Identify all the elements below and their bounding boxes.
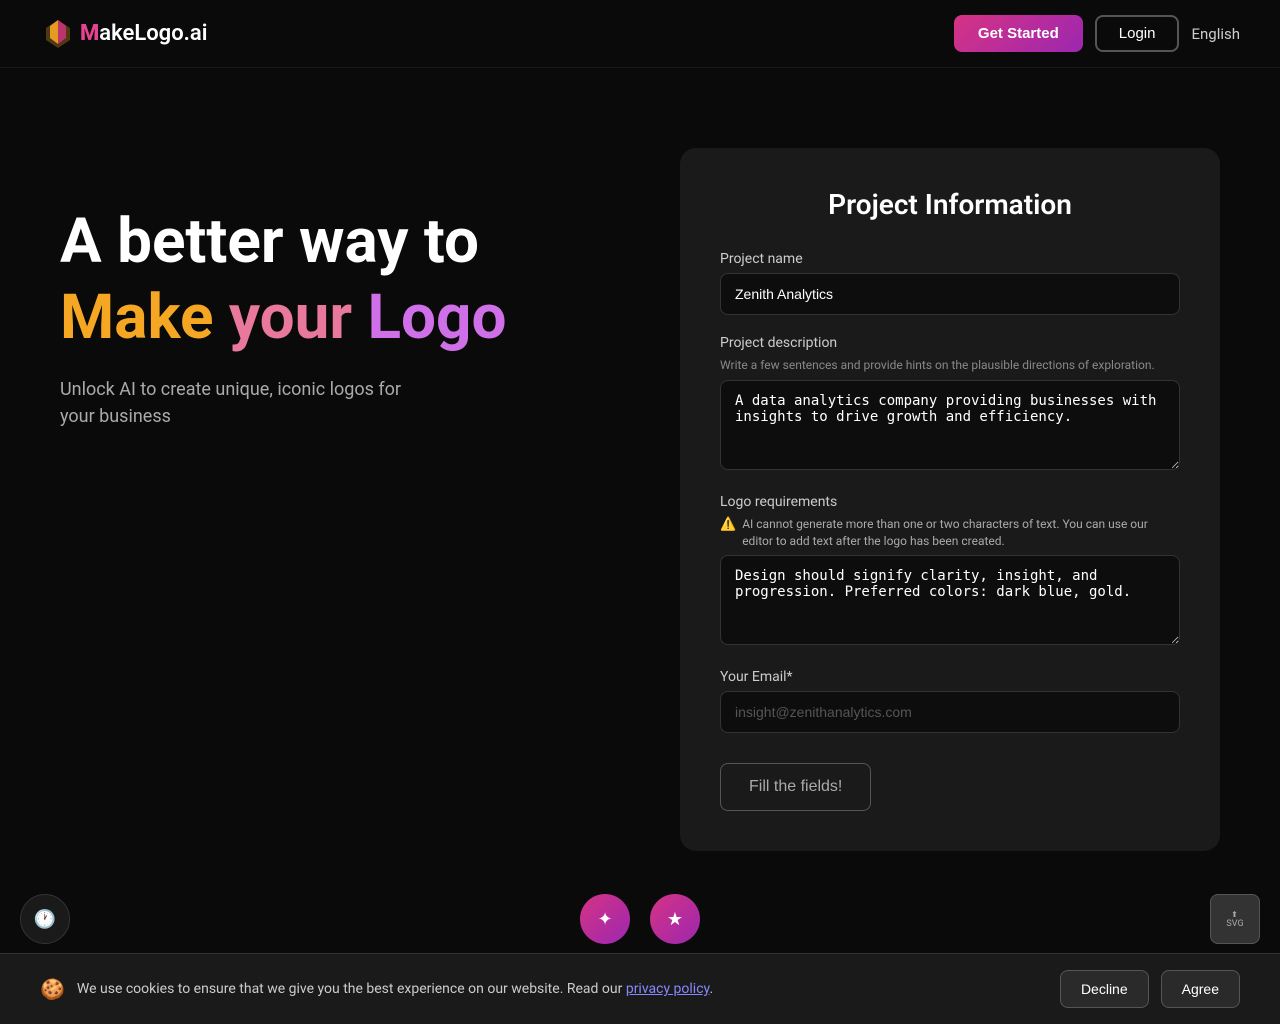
logo-requirements-group: Logo requirements ⚠️ AI cannot generate … [720,494,1180,650]
floating-center-buttons: ✦ ★ [580,894,700,944]
hero-title-line1: A better way to [60,208,620,276]
agree-button[interactable]: Agree [1161,970,1240,1008]
cookie-text-content: We use cookies to ensure that we give yo… [77,981,622,997]
project-description-label: Project description [720,335,1180,351]
cookie-banner: 🍪 We use cookies to ensure that we give … [0,953,1280,1024]
floating-svg-button[interactable]: ⬆ SVG [1210,894,1260,944]
warning-text: AI cannot generate more than one or two … [742,516,1180,550]
logo-rest: akeLogo.ai [99,21,207,46]
svg-label: SVG [1226,919,1243,929]
sparkle-icon: ✦ [597,909,612,930]
login-button[interactable]: Login [1095,15,1180,52]
navbar: MakeLogo.ai Get Started Login English [0,0,1280,68]
warning-icon: ⚠️ [720,517,736,532]
clock-icon: 🕐 [34,909,56,930]
form-card: Project Information Project name Project… [680,148,1220,851]
submit-button[interactable]: Fill the fields! [720,763,871,811]
get-started-button[interactable]: Get Started [954,15,1083,52]
cookie-icon: 🍪 [40,977,65,1001]
hero-word-your: your [229,281,352,354]
hero-panel: A better way to Make your Logo Unlock AI… [60,148,620,430]
logo-requirements-label: Logo requirements [720,494,1180,510]
email-label: Your Email* [720,669,1180,685]
form-title: Project Information [720,188,1180,221]
logo-requirements-input[interactable]: Design should signify clarity, insight, … [720,555,1180,645]
form-panel: Project Information Project name Project… [680,148,1220,851]
logo-warning: ⚠️ AI cannot generate more than one or t… [720,516,1180,550]
logo[interactable]: MakeLogo.ai [40,16,207,52]
logo-letter: M [80,21,99,46]
decline-button[interactable]: Decline [1060,970,1149,1008]
project-name-input[interactable] [720,273,1180,315]
main-content: A better way to Make your Logo Unlock AI… [0,68,1280,891]
logo-text: MakeLogo.ai [80,21,207,46]
floating-clock-button[interactable]: 🕐 [20,894,70,944]
hero-subtitle: Unlock AI to create unique, iconic logos… [60,376,440,430]
cookie-text: We use cookies to ensure that we give yo… [77,981,1048,997]
project-name-label: Project name [720,251,1180,267]
project-name-group: Project name [720,251,1180,315]
floating-center-btn-2[interactable]: ★ [650,894,700,944]
privacy-policy-link[interactable]: privacy policy [626,981,710,997]
star-icon: ★ [667,909,683,930]
email-group: Your Email* [720,669,1180,733]
project-description-hint: Write a few sentences and provide hints … [720,357,1180,374]
language-selector[interactable]: English [1191,25,1240,43]
project-description-input[interactable]: A data analytics company providing busin… [720,380,1180,470]
floating-center-btn-1[interactable]: ✦ [580,894,630,944]
nav-actions: Get Started Login English [954,15,1240,52]
email-input[interactable] [720,691,1180,733]
project-description-group: Project description Write a few sentence… [720,335,1180,474]
hero-word-make: Make [60,281,213,354]
hero-word-logo: Logo [368,281,507,354]
makelogo-icon [40,16,76,52]
hero-title-line2: Make your Logo [60,284,620,352]
svg-icon: ⬆ [1231,910,1239,919]
